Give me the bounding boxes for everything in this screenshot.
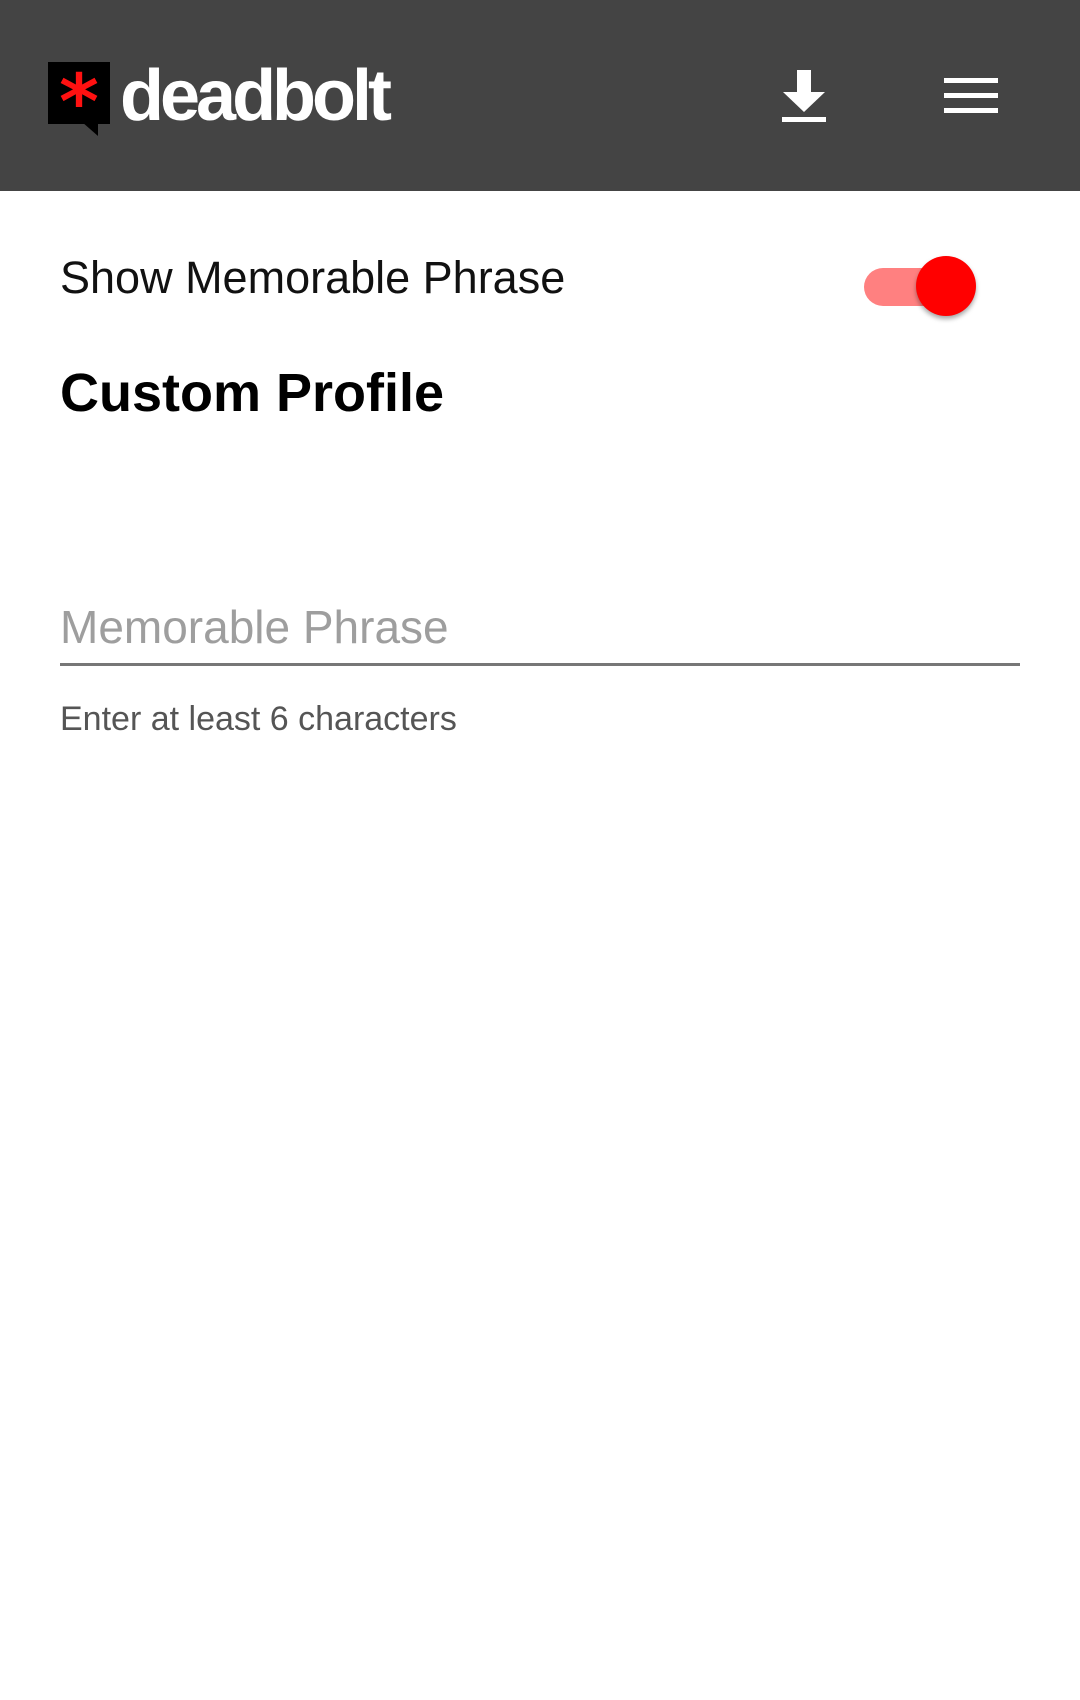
logo-mark: *	[48, 57, 110, 146]
asterisk-icon: *	[59, 57, 99, 146]
menu-button[interactable]	[923, 48, 1019, 144]
app-root: * deadbolt Show Memorable Phrase Custom …	[0, 0, 1080, 1700]
phrase-helper-text: Enter at least 6 characters	[60, 700, 457, 738]
menu-icon	[944, 78, 998, 113]
show-phrase-toggle[interactable]	[864, 250, 980, 316]
app-bar: * deadbolt	[0, 0, 1080, 191]
download-button[interactable]	[756, 48, 852, 144]
toggle-thumb	[916, 256, 976, 316]
brand-name: deadbolt	[120, 56, 392, 136]
show-phrase-row: Show Memorable Phrase	[60, 240, 980, 318]
memorable-phrase-field	[60, 590, 1020, 668]
download-icon	[782, 70, 826, 122]
custom-profile-heading: Custom Profile	[60, 363, 445, 423]
brand-logo: * deadbolt	[48, 56, 392, 146]
memorable-phrase-input[interactable]	[60, 590, 1020, 666]
show-phrase-label: Show Memorable Phrase	[60, 252, 566, 303]
